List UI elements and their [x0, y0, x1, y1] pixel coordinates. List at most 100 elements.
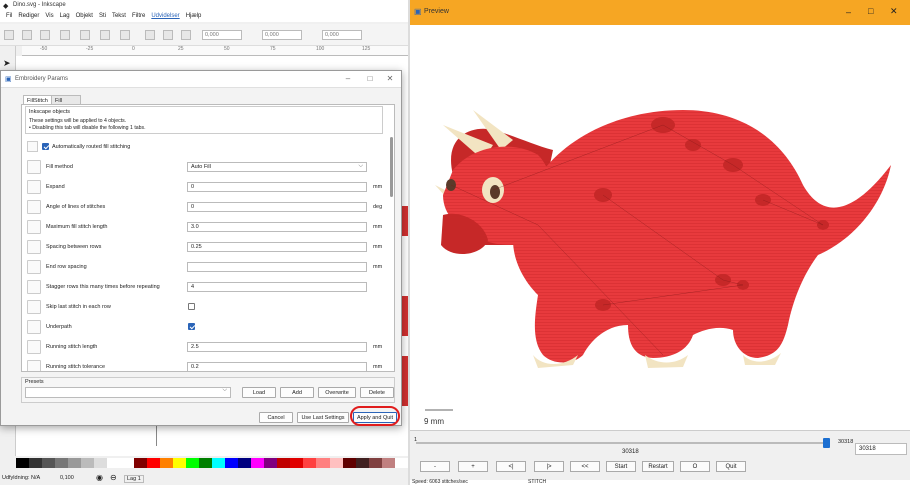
- menu-item[interactable]: Fil: [6, 11, 12, 22]
- lock-icon[interactable]: ⊖: [110, 473, 117, 482]
- menu-item[interactable]: Sti: [99, 11, 106, 22]
- layer-select[interactable]: Lag 1: [124, 475, 144, 483]
- param-input[interactable]: [187, 262, 367, 272]
- color-palette[interactable]: [16, 458, 408, 468]
- menu-item[interactable]: Objekt: [76, 11, 93, 22]
- add-button[interactable]: Add: [280, 387, 314, 398]
- palette-swatch[interactable]: [290, 458, 304, 468]
- tool-icon[interactable]: [4, 30, 14, 40]
- playback-button[interactable]: Restart: [642, 461, 674, 472]
- palette-swatch[interactable]: [368, 458, 382, 468]
- palette-swatch[interactable]: [198, 458, 212, 468]
- palette-swatch[interactable]: [342, 458, 356, 468]
- palette-swatch[interactable]: [381, 458, 395, 468]
- menu-item[interactable]: Filtre: [132, 11, 145, 22]
- palette-swatch[interactable]: [185, 458, 199, 468]
- palette-swatch[interactable]: [107, 458, 121, 468]
- stitch-number-input[interactable]: 30318: [855, 443, 907, 455]
- palette-swatch[interactable]: [172, 458, 186, 468]
- skip-last-checkbox[interactable]: [188, 303, 195, 310]
- palette-swatch[interactable]: [159, 458, 173, 468]
- playback-button[interactable]: O: [680, 461, 710, 472]
- align-icon[interactable]: [163, 30, 173, 40]
- param-input[interactable]: 2.5: [187, 342, 367, 352]
- palette-swatch[interactable]: [238, 458, 252, 468]
- playback-button[interactable]: -: [420, 461, 450, 472]
- eye-icon[interactable]: ◉: [96, 473, 103, 482]
- playback-button[interactable]: Quit: [716, 461, 746, 472]
- tool-icon[interactable]: [80, 30, 90, 40]
- playback-button[interactable]: <<: [570, 461, 600, 472]
- param-toggle[interactable]: [27, 280, 41, 294]
- selector-arrow-icon[interactable]: ➤: [3, 58, 11, 69]
- playback-button[interactable]: <|: [496, 461, 526, 472]
- param-toggle[interactable]: [27, 260, 41, 274]
- param-toggle[interactable]: [27, 320, 41, 334]
- param-toggle[interactable]: [27, 200, 41, 214]
- presets-select[interactable]: [25, 387, 231, 398]
- x-spin-input[interactable]: 0,000: [202, 30, 242, 40]
- menu-item[interactable]: Hjælp: [186, 11, 202, 22]
- tool-icon[interactable]: [40, 30, 50, 40]
- use-last-settings-button[interactable]: Use Last Settings: [297, 412, 349, 423]
- palette-swatch[interactable]: [251, 458, 265, 468]
- palette-swatch[interactable]: [16, 458, 30, 468]
- param-toggle[interactable]: [27, 340, 41, 354]
- palette-swatch[interactable]: [120, 458, 134, 468]
- param-input[interactable]: 0.25: [187, 242, 367, 252]
- stitch-preview-canvas[interactable]: [413, 25, 907, 428]
- maximize-icon[interactable]: □: [363, 74, 377, 83]
- tool-icon[interactable]: [100, 30, 110, 40]
- palette-swatch[interactable]: [81, 458, 95, 468]
- menu-item[interactable]: Udvidelser: [151, 11, 179, 22]
- playback-button[interactable]: +: [458, 461, 488, 472]
- load-button[interactable]: Load: [242, 387, 276, 398]
- param-toggle[interactable]: [27, 141, 38, 152]
- palette-swatch[interactable]: [264, 458, 278, 468]
- stitch-slider-handle[interactable]: [822, 438, 830, 448]
- param-input[interactable]: 4: [187, 282, 367, 292]
- panel-scrollbar[interactable]: [390, 137, 393, 197]
- param-input[interactable]: 3.0: [187, 222, 367, 232]
- param-toggle[interactable]: [27, 220, 41, 234]
- palette-swatch[interactable]: [94, 458, 108, 468]
- menu-item[interactable]: Tekst: [112, 11, 126, 22]
- close-icon[interactable]: ✕: [890, 6, 898, 17]
- param-input[interactable]: 0.2: [187, 362, 367, 371]
- align-icon[interactable]: [181, 30, 191, 40]
- param-toggle[interactable]: [27, 240, 41, 254]
- param-toggle[interactable]: [27, 360, 41, 371]
- tool-icon[interactable]: [60, 30, 70, 40]
- palette-swatch[interactable]: [68, 458, 82, 468]
- palette-swatch[interactable]: [29, 458, 43, 468]
- menu-item[interactable]: Lag: [60, 11, 70, 22]
- palette-swatch[interactable]: [277, 458, 291, 468]
- palette-swatch[interactable]: [42, 458, 56, 468]
- param-toggle[interactable]: [27, 180, 41, 194]
- param-toggle[interactable]: [27, 160, 41, 174]
- tool-icon[interactable]: [22, 30, 32, 40]
- stitch-slider-track[interactable]: [416, 442, 830, 444]
- cancel-button[interactable]: Cancel: [259, 412, 293, 423]
- w-spin-input[interactable]: 0,000: [322, 30, 362, 40]
- palette-swatch[interactable]: [316, 458, 330, 468]
- maximize-icon[interactable]: □: [868, 6, 873, 16]
- auto-route-checkbox[interactable]: [42, 143, 49, 150]
- align-icon[interactable]: [145, 30, 155, 40]
- param-toggle[interactable]: [27, 300, 41, 314]
- palette-swatch[interactable]: [133, 458, 147, 468]
- menu-item[interactable]: Rediger: [18, 11, 39, 22]
- palette-swatch[interactable]: [55, 458, 69, 468]
- palette-swatch[interactable]: [329, 458, 343, 468]
- palette-swatch[interactable]: [211, 458, 225, 468]
- param-input[interactable]: 0: [187, 202, 367, 212]
- y-spin-input[interactable]: 0,000: [262, 30, 302, 40]
- palette-swatch[interactable]: [146, 458, 160, 468]
- opacity-value[interactable]: 0,100: [60, 475, 74, 481]
- underpath-checkbox[interactable]: [188, 323, 195, 330]
- palette-swatch[interactable]: [355, 458, 369, 468]
- palette-swatch[interactable]: [303, 458, 317, 468]
- palette-swatch[interactable]: [394, 458, 408, 468]
- delete-button[interactable]: Delete: [360, 387, 394, 398]
- playback-button[interactable]: |>: [534, 461, 564, 472]
